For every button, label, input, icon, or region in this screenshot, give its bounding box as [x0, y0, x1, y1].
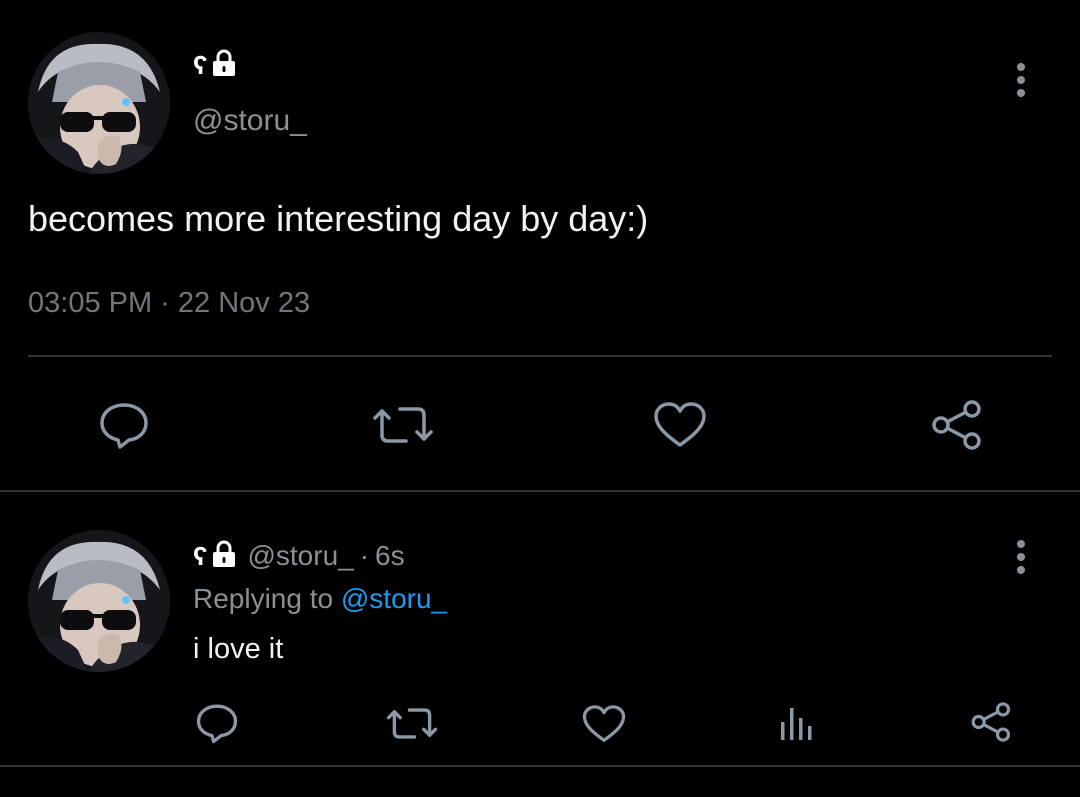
separator-dot: ·: [359, 540, 370, 571]
divider: [28, 355, 1052, 357]
replying-to: Replying to @storu_: [193, 583, 447, 615]
divider: [0, 765, 1080, 767]
tweet-timestamp[interactable]: 03:05 PM · 22 Nov 23: [28, 287, 310, 320]
reply-handle[interactable]: @storu_: [247, 540, 353, 572]
views-icon[interactable]: [778, 704, 816, 742]
like-icon[interactable]: [582, 704, 626, 744]
divider: [0, 490, 1080, 492]
reply-header: ʕ @storu_ · 6s: [193, 538, 405, 574]
share-icon[interactable]: [970, 700, 1014, 744]
author-name[interactable]: ʕ: [193, 49, 237, 82]
replying-to-label: Replying to: [193, 583, 334, 614]
reply-avatar[interactable]: [28, 530, 170, 672]
share-icon[interactable]: [930, 398, 986, 452]
more-options-icon[interactable]: [1017, 540, 1025, 574]
lock-icon: [211, 49, 237, 82]
retweet-icon[interactable]: [372, 403, 434, 447]
replying-to-handle[interactable]: @storu_: [341, 583, 447, 614]
avatar[interactable]: [28, 32, 170, 174]
author-handle[interactable]: @storu_: [193, 104, 307, 138]
lock-icon: [211, 540, 237, 573]
tweet-text: becomes more interesting day by day:): [28, 198, 649, 239]
retweet-icon[interactable]: [386, 705, 438, 742]
reply-time[interactable]: 6s: [375, 540, 405, 572]
reply-icon[interactable]: [98, 400, 150, 450]
name-glyph: ʕ: [193, 50, 208, 80]
more-options-icon[interactable]: [1017, 63, 1025, 97]
reply-text: i love it: [193, 633, 284, 665]
reply-icon[interactable]: [195, 702, 239, 744]
like-icon[interactable]: [653, 401, 707, 449]
name-glyph[interactable]: ʕ: [193, 541, 207, 571]
